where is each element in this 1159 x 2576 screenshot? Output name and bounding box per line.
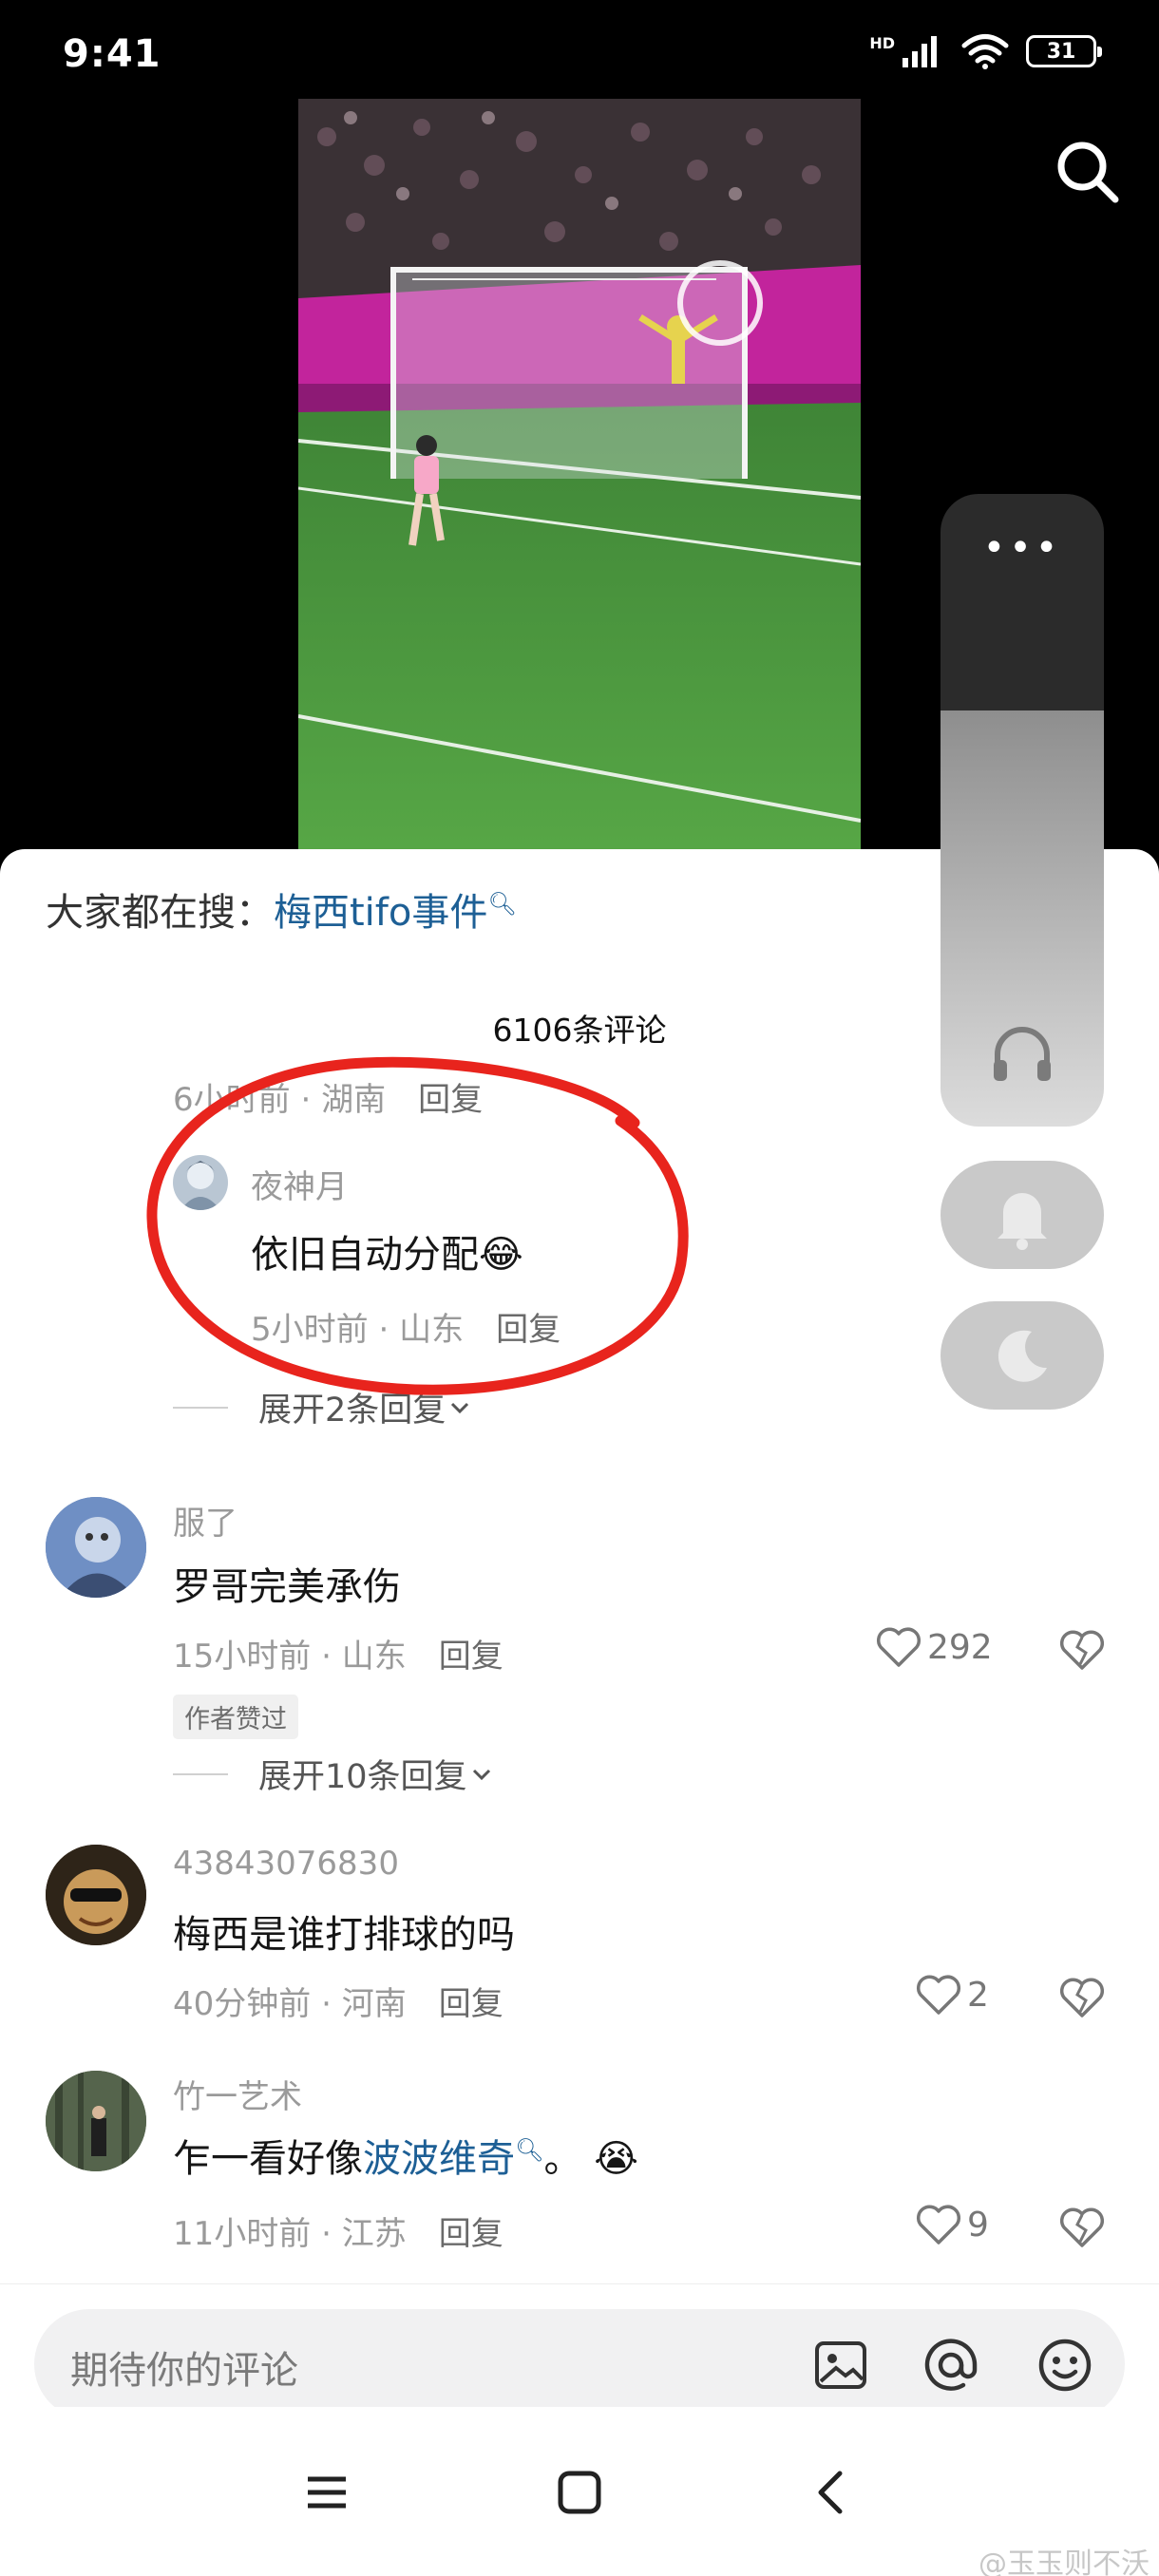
comment-location: 江苏 <box>341 2215 407 2253</box>
moon-icon <box>998 1330 1047 1382</box>
heart-icon <box>916 1975 961 2015</box>
back-icon[interactable] <box>804 2464 861 2521</box>
comment-time: 40分钟前 <box>173 1985 312 2023</box>
crying-face-emoji-icon: 😭 <box>594 2137 638 2181</box>
hot-search-term[interactable]: 梅西tifo事件 <box>274 891 487 935</box>
signal-icon <box>902 36 937 67</box>
comment-time: 11小时前 <box>173 2215 312 2253</box>
status-time: 9:41 <box>63 32 162 76</box>
comment-search-link[interactable]: 波波维奇 <box>363 2137 515 2181</box>
like-button[interactable]: 2 <box>916 1974 989 2016</box>
expand-replies[interactable]: 展开10条回复 <box>173 1750 496 1798</box>
expand-label: 展开10条回复 <box>258 1758 467 1796</box>
heart-icon <box>916 2205 961 2245</box>
comment-input[interactable]: 期待你的评论 <box>34 2309 1125 2419</box>
comment-location: 河南 <box>341 1985 407 2023</box>
comment-location: 湖南 <box>321 1081 387 1119</box>
avatar[interactable] <box>46 1497 146 1598</box>
like-button[interactable]: 9 <box>916 2204 989 2245</box>
avatar[interactable] <box>46 1845 146 1945</box>
chevron-down-icon <box>451 1402 469 1413</box>
comment-meta: 15小时前 · 山东 回复 <box>173 1638 504 1676</box>
dark-mode-toggle[interactable] <box>940 1301 1104 1410</box>
like-button[interactable]: 292 <box>876 1626 993 1668</box>
comment-text: 乍一看好像波波维奇🔍︎。 😭 <box>173 2128 638 2183</box>
reply-button[interactable]: 回复 <box>439 2215 504 2253</box>
input-placeholder: 期待你的评论 <box>70 2349 298 2393</box>
reply-button[interactable]: 回复 <box>418 1081 483 1119</box>
comment-text: 罗哥完美承伤 <box>173 1565 401 1609</box>
comment-meta: 11小时前 · 江苏 回复 <box>173 2215 504 2253</box>
more-dots-icon[interactable]: ••• <box>940 526 1104 570</box>
headphone-icon[interactable] <box>990 1026 1054 1083</box>
comment-input-bar: 期待你的评论 <box>0 2283 1159 2419</box>
comment-meta: 5小时前 · 山东 回复 <box>251 1311 561 1349</box>
comment-text: 梅西是谁打排球的吗 <box>173 1913 515 1957</box>
menu-icon[interactable] <box>298 2464 355 2521</box>
comment-username[interactable]: 43843076830 <box>173 1845 399 1883</box>
battery-level: 31 <box>1046 39 1076 64</box>
comment-time: 6小时前 <box>173 1081 291 1119</box>
comment-meta: 6小时前 · 湖南 回复 <box>173 1081 484 1119</box>
wifi-icon <box>961 34 1009 69</box>
heart-icon <box>876 1627 922 1667</box>
like-count: 292 <box>927 1627 993 1667</box>
search-small-icon: 🔍︎ <box>487 890 517 918</box>
avatar[interactable] <box>173 1155 228 1210</box>
broken-heart-icon[interactable] <box>1060 1628 1104 1672</box>
status-icons: HD 31 <box>869 32 1102 70</box>
broken-heart-icon[interactable] <box>1060 1976 1104 2019</box>
search-icon[interactable] <box>1051 135 1127 211</box>
comment-location: 山东 <box>341 1638 407 1676</box>
hot-search-bar[interactable]: 大家都在搜：梅西tifo事件🔍︎ <box>46 881 517 937</box>
at-icon[interactable] <box>922 2336 980 2395</box>
comment-text-content: 依旧自动分配 <box>251 1233 479 1277</box>
comment-time: 5小时前 <box>251 1311 369 1349</box>
comment-time: 15小时前 <box>173 1638 312 1676</box>
comment-text: 依旧自动分配😂 <box>251 1223 523 1279</box>
like-count: 2 <box>967 1975 989 2015</box>
chevron-down-icon <box>472 1769 490 1780</box>
expand-label: 展开2条回复 <box>258 1392 446 1430</box>
comment-username[interactable]: 夜神月 <box>251 1161 348 1207</box>
emoji-icon[interactable] <box>1036 2336 1094 2395</box>
status-bar: 9:41 HD 31 <box>0 0 1159 99</box>
comment-username[interactable]: 服了 <box>173 1497 238 1544</box>
author-liked-tag: 作者赞过 <box>173 1695 298 1739</box>
comment-username[interactable]: 竹一艺术 <box>173 2071 302 2117</box>
reply-button[interactable]: 回复 <box>439 1638 504 1676</box>
reply-button[interactable]: 回复 <box>496 1311 560 1349</box>
comment-text-content: 乍一看好像 <box>173 2137 363 2181</box>
notification-toggle[interactable] <box>940 1161 1104 1269</box>
comment-location: 山东 <box>399 1311 465 1349</box>
soccer-scene-image <box>298 99 861 859</box>
laugh-tears-emoji-icon: 😂 <box>479 1233 523 1277</box>
divider <box>173 1406 228 1409</box>
bell-icon <box>998 1193 1047 1250</box>
image-icon[interactable] <box>811 2336 870 2395</box>
comment-meta: 40分钟前 · 河南 回复 <box>173 1985 504 2023</box>
comment-text-end: 。 <box>543 2137 582 2181</box>
floating-control-panel[interactable]: ••• <box>940 494 1104 1127</box>
broken-heart-icon[interactable] <box>1060 2206 1104 2249</box>
like-count: 9 <box>967 2205 989 2245</box>
reply-button[interactable]: 回复 <box>439 1985 504 2023</box>
search-small-icon: 🔍︎ <box>515 2136 544 2164</box>
network-type: HD <box>869 34 895 52</box>
battery-icon: 31 <box>1026 35 1102 67</box>
hot-search-prefix: 大家都在搜： <box>46 891 274 935</box>
divider <box>173 1772 228 1775</box>
home-square-icon[interactable] <box>551 2464 608 2521</box>
watermark: @玉玉则不沃 <box>978 2548 1150 2576</box>
expand-replies[interactable]: 展开2条回复 <box>173 1383 474 1431</box>
avatar[interactable] <box>46 2071 146 2171</box>
video-frame[interactable] <box>298 99 861 859</box>
system-nav-bar: @玉玉则不沃 <box>0 2407 1159 2576</box>
